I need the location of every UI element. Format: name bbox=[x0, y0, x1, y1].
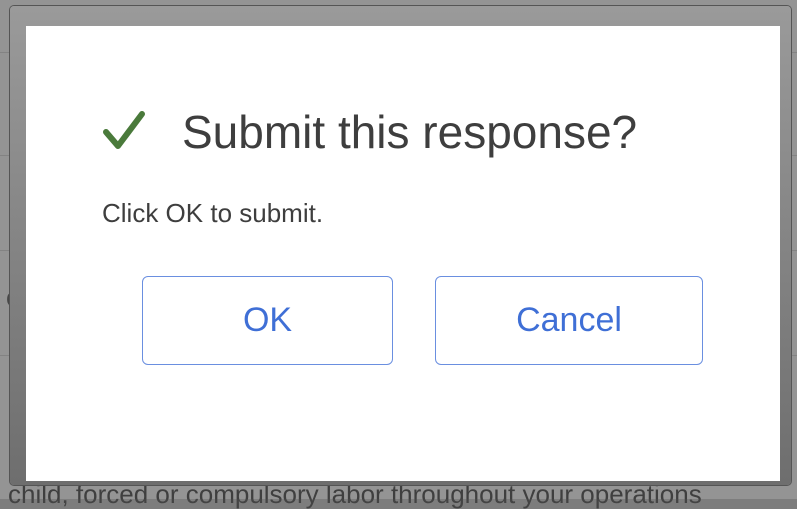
cancel-button[interactable]: Cancel bbox=[435, 276, 703, 365]
ok-button[interactable]: OK bbox=[142, 276, 393, 365]
dialog-title: Submit this response? bbox=[182, 106, 638, 158]
check-icon bbox=[100, 108, 148, 156]
dialog-message: Click OK to submit. bbox=[102, 198, 324, 228]
confirm-dialog: Submit this response? Click OK to submit… bbox=[26, 26, 780, 481]
dialog-header: Submit this response? bbox=[100, 104, 637, 160]
